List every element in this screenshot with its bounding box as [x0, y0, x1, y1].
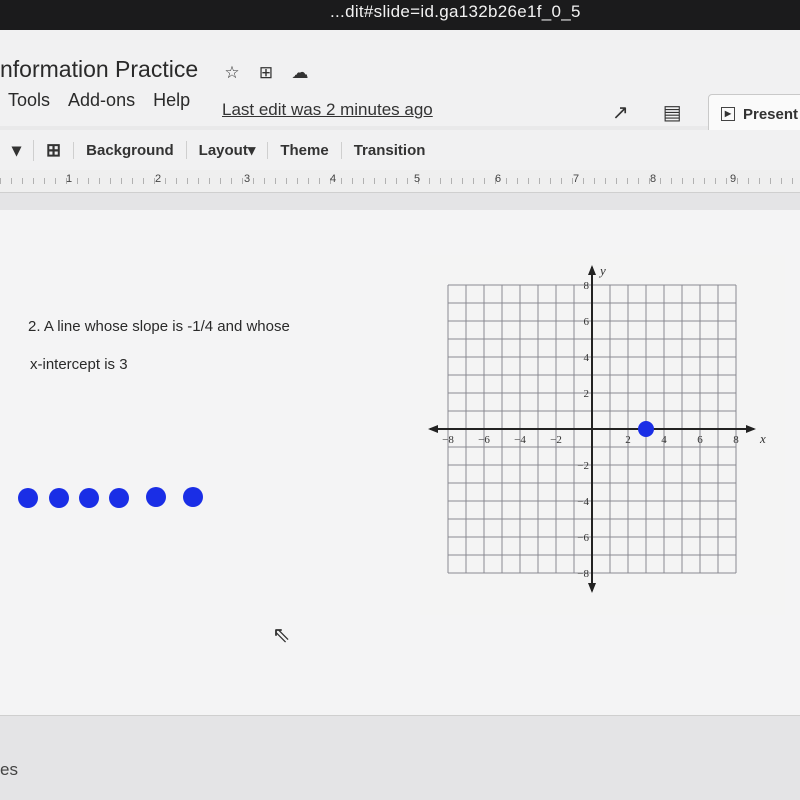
y-axis-label: y: [598, 263, 606, 278]
present-label: Present: [743, 105, 799, 123]
menu-add-ons[interactable]: Add-ons: [68, 90, 135, 111]
x-tick-label: −2: [550, 434, 562, 446]
speaker-notes-text[interactable]: es: [0, 760, 18, 780]
theme-button[interactable]: Theme: [267, 141, 340, 159]
y-tick-label: 2: [584, 388, 590, 400]
ruler-number: 1: [66, 173, 73, 185]
menu-tools[interactable]: Tools: [8, 90, 50, 111]
menu-bar: Tools Add-ons Help: [8, 90, 190, 111]
layout-button[interactable]: Layout▾: [185, 141, 268, 159]
draggable-dot[interactable]: [146, 487, 166, 507]
x-axis-label: x: [759, 431, 766, 446]
play-icon: ▶: [721, 107, 735, 121]
y-tick-label: 6: [584, 316, 590, 328]
x-tick-label: −6: [478, 434, 490, 446]
ruler-number: 9: [730, 173, 737, 185]
draggable-dot[interactable]: [49, 488, 69, 508]
ruler-number: 8: [650, 173, 657, 185]
ruler-number: 4: [330, 173, 337, 185]
draggable-dot[interactable]: [79, 488, 99, 508]
ruler-number: 7: [573, 173, 580, 185]
x-tick-label: −4: [514, 434, 526, 446]
x-tick-label: 4: [661, 434, 667, 446]
x-tick-label: 8: [733, 434, 739, 446]
toolbar: ▾ ⊞ Background Layout▾ Theme Transition: [0, 130, 800, 170]
cloud-status-icon[interactable]: ☁: [290, 63, 310, 83]
ruler-number: 6: [495, 173, 502, 185]
y-tick-label: −8: [577, 568, 589, 580]
x-tick-label: 2: [625, 434, 631, 446]
y-tick-label: 4: [584, 352, 590, 364]
question-text-line1[interactable]: 2. A line whose slope is -1/4 and whose: [28, 318, 290, 335]
graph-background: [420, 255, 785, 615]
ruler-number: 2: [155, 173, 162, 185]
menu-help[interactable]: Help: [153, 90, 190, 111]
x-tick-label: 6: [697, 434, 703, 446]
draggable-dot[interactable]: [18, 488, 38, 508]
plotted-point[interactable]: [638, 421, 654, 437]
ruler-number: 3: [244, 173, 251, 185]
header-actions: ↗ ▤: [612, 100, 682, 125]
present-button[interactable]: ▶ Present: [708, 94, 800, 134]
ruler[interactable]: 1 2 3 4 5 6 7 8 9: [0, 170, 800, 193]
draggable-dot[interactable]: [109, 488, 129, 508]
ruler-ticks: [0, 178, 800, 184]
star-icon[interactable]: ☆: [222, 63, 242, 83]
move-to-folder-icon[interactable]: ⊞: [256, 63, 276, 83]
document-title[interactable]: nformation Practice: [0, 56, 198, 83]
y-tick-label: 8: [584, 280, 590, 292]
coordinate-graph: −8 −6 −4 −2 2 4 6 8 8 6 4 2 −2 −4 −6 −8 x y: [420, 255, 785, 615]
transition-button[interactable]: Transition: [340, 141, 438, 159]
new-slide-icon[interactable]: ⊞: [33, 139, 73, 161]
browser-url-bar[interactable]: ...dit#slide=id.ga132b26e1f_0_5: [0, 0, 800, 30]
x-tick-label: −8: [442, 434, 454, 446]
draggable-dot[interactable]: [183, 487, 203, 507]
comments-icon[interactable]: ▤: [663, 100, 682, 125]
background-button[interactable]: Background: [73, 141, 186, 159]
title-icons: ☆ ⊞ ☁: [222, 63, 310, 83]
mouse-cursor-icon: ⇖: [272, 622, 291, 647]
question-text-line2[interactable]: x-intercept is 3: [30, 356, 128, 373]
last-edit-link[interactable]: Last edit was 2 minutes ago: [222, 100, 433, 120]
y-tick-label: −2: [577, 460, 589, 472]
divider: [0, 715, 800, 716]
dropdown-arrow-icon[interactable]: ▾: [0, 140, 33, 161]
y-tick-label: −6: [577, 532, 589, 544]
url-text[interactable]: ...dit#slide=id.ga132b26e1f_0_5: [330, 2, 581, 22]
y-tick-label: −4: [577, 496, 589, 508]
activity-trend-icon[interactable]: ↗: [612, 100, 629, 125]
ruler-number: 5: [414, 173, 421, 185]
